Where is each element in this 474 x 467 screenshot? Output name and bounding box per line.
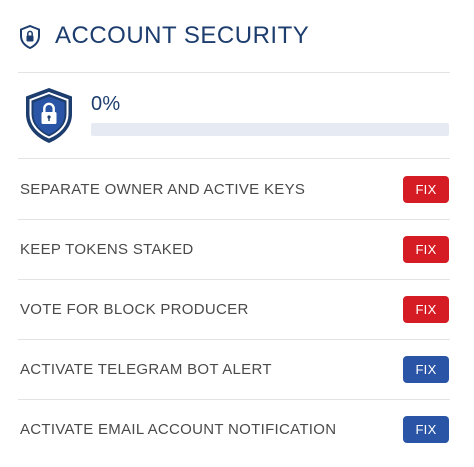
item-label-vote-block-producer: VOTE FOR BLOCK PRODUCER [20, 301, 249, 318]
fix-vote-block-producer-button[interactable]: FIX [403, 296, 449, 323]
list-item: KEEP TOKENS STAKED FIX [0, 219, 474, 279]
security-score: 0% [0, 72, 474, 158]
page-title: ACCOUNT SECURITY [55, 22, 310, 49]
item-label-separate-keys: SEPARATE OWNER AND ACTIVE KEYS [20, 181, 306, 198]
shield-lock-icon [24, 87, 74, 144]
item-label-telegram-bot-alert: ACTIVATE TELEGRAM BOT ALERT [20, 361, 272, 378]
list-item: ACTIVATE TELEGRAM BOT ALERT FIX [0, 339, 474, 399]
list-item: ACTIVATE EMAIL ACCOUNT NOTIFICATION FIX [0, 399, 474, 459]
item-label-keep-tokens-staked: KEEP TOKENS STAKED [20, 241, 194, 258]
list-item: SEPARATE OWNER AND ACTIVE KEYS FIX [0, 159, 474, 219]
item-label-email-notification: ACTIVATE EMAIL ACCOUNT NOTIFICATION [20, 421, 337, 438]
shield-lock-icon [19, 24, 41, 50]
fix-separate-keys-button[interactable]: FIX [403, 176, 449, 203]
fix-keep-tokens-staked-button[interactable]: FIX [403, 236, 449, 263]
security-percent: 0% [91, 93, 121, 115]
fix-email-notification-button[interactable]: FIX [403, 416, 449, 443]
security-progress-bar [91, 123, 449, 136]
fix-telegram-bot-alert-button[interactable]: FIX [403, 356, 449, 383]
account-security-panel: ACCOUNT SECURITY 0% SEPARATE OWNER AND A… [0, 0, 474, 467]
panel-header: ACCOUNT SECURITY [0, 0, 474, 72]
list-item: VOTE FOR BLOCK PRODUCER FIX [0, 279, 474, 339]
